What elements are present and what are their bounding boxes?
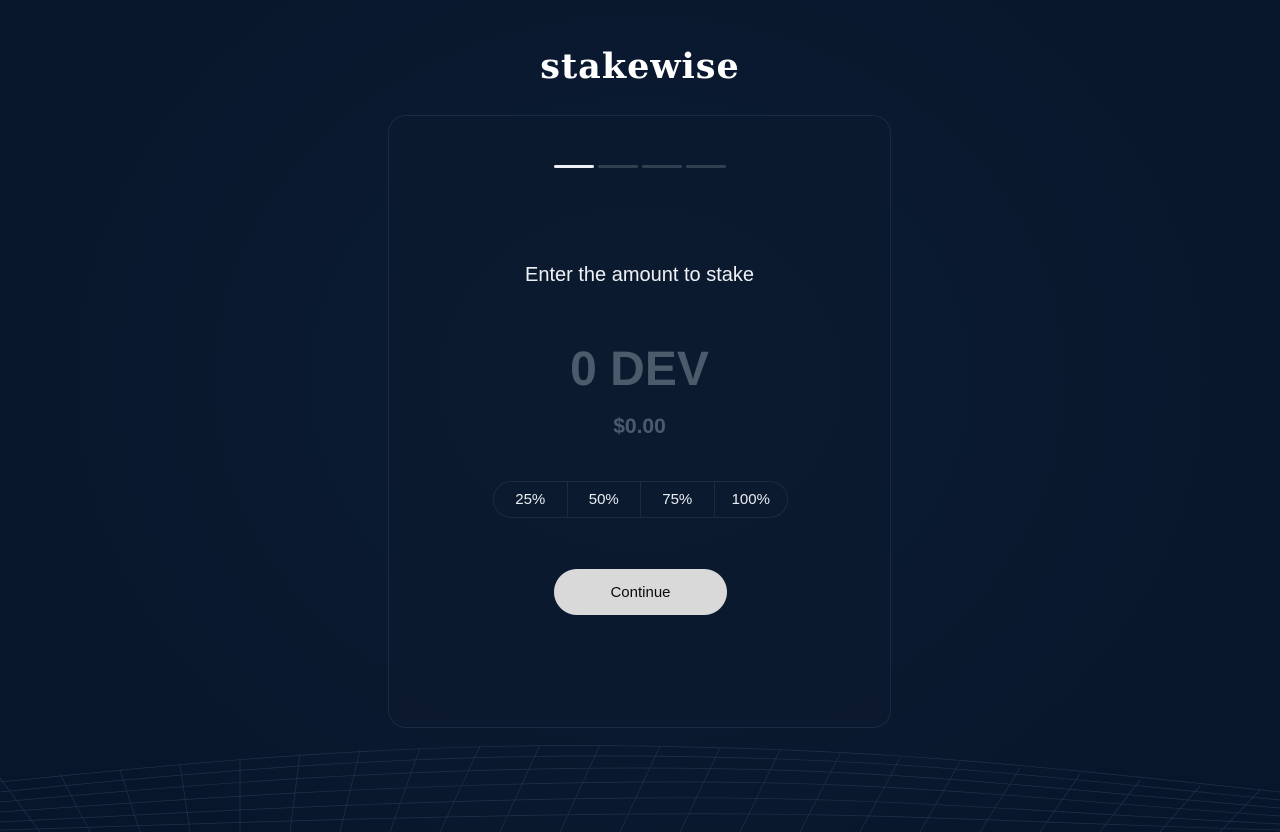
wireframe-terrain-decoration — [0, 744, 1280, 832]
percent-75-button[interactable]: 75% — [641, 482, 715, 517]
stakewise-logo: stakewise — [540, 46, 740, 87]
stake-prompt-heading: Enter the amount to stake — [524, 264, 755, 286]
percent-selector: 25% 50% 75% 100% — [493, 481, 788, 518]
step-indicator-4 — [686, 165, 726, 168]
stake-amount-input[interactable]: 0 DEV — [389, 342, 890, 397]
step-indicator-3 — [642, 165, 682, 168]
continue-button[interactable]: Continue — [554, 569, 727, 615]
step-progress-indicator — [554, 165, 726, 168]
staking-page: stakewise Enter the amount to stake 0 DE… — [0, 0, 1280, 832]
fiat-value: $0.00 — [613, 415, 666, 438]
percent-100-button[interactable]: 100% — [715, 482, 788, 517]
stake-card: Enter the amount to stake 0 DEV $0.00 25… — [388, 115, 891, 728]
percent-50-button[interactable]: 50% — [568, 482, 641, 517]
percent-25-button[interactable]: 25% — [494, 482, 568, 517]
step-indicator-1 — [554, 165, 594, 168]
step-indicator-2 — [598, 165, 638, 168]
